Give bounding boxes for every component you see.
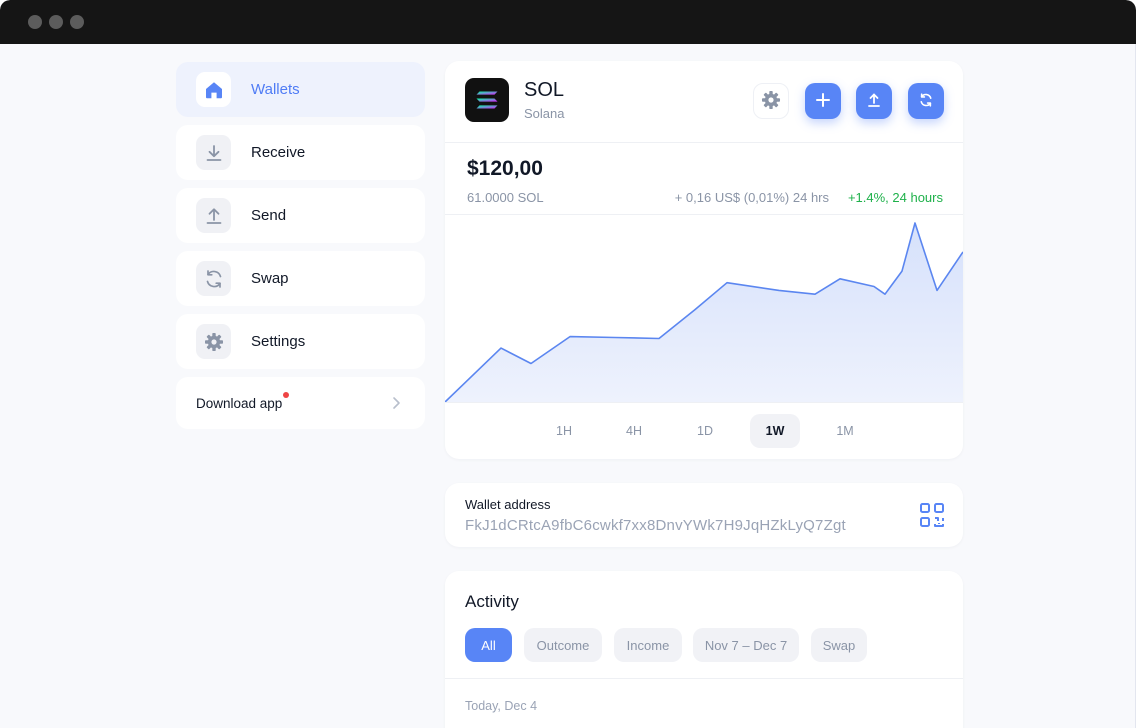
sidebar-item-label: Wallets [251, 81, 300, 98]
upload-icon [866, 92, 882, 111]
price-chart[interactable] [445, 215, 963, 403]
range-1d[interactable]: 1D [680, 414, 730, 448]
home-icon [196, 72, 231, 107]
window-control-close[interactable] [28, 15, 42, 29]
sidebar-item-label: Swap [251, 270, 289, 287]
divider [445, 678, 963, 679]
window-control-maximize[interactable] [70, 15, 84, 29]
refresh-icon [918, 92, 934, 111]
send-button[interactable] [856, 83, 892, 119]
swap-button[interactable] [908, 83, 944, 119]
app-window: Wallets Receive Send Swap Settings Downl… [0, 0, 1136, 728]
filter-income[interactable]: Income [614, 628, 682, 662]
sidebar-item-label: Settings [251, 333, 306, 350]
filter-outcome[interactable]: Outcome [524, 628, 602, 662]
filter-swap[interactable]: Swap [811, 628, 867, 662]
range-1m[interactable]: 1M [820, 414, 870, 448]
coin-name: Solana [524, 106, 565, 121]
activity-card: Activity All Outcome Income Nov 7 – Dec … [445, 571, 963, 728]
sidebar-item-swap[interactable]: Swap [176, 251, 425, 306]
gear-icon [760, 89, 782, 114]
filter-all[interactable]: All [465, 628, 512, 662]
divider [445, 142, 963, 143]
time-range-selector: 1H 4H 1D 1W 1M [445, 414, 963, 448]
qr-code-icon[interactable] [919, 502, 945, 533]
range-1w[interactable]: 1W [750, 414, 800, 448]
wallet-address-label: Wallet address [465, 497, 551, 512]
sidebar-item-wallets[interactable]: Wallets [176, 62, 425, 117]
coin-card: SOL Solana $120,00 61.0000 SOL + 0,16 US… [445, 61, 963, 459]
window-control-minimize[interactable] [49, 15, 63, 29]
activity-date-header: Today, Dec 4 [465, 699, 538, 713]
solana-logo-icon [465, 78, 509, 122]
title-bar [0, 0, 1136, 44]
range-1h[interactable]: 1H [539, 414, 589, 448]
sidebar-item-send[interactable]: Send [176, 188, 425, 243]
balance-value: $120,00 [467, 157, 543, 180]
wallet-address-value[interactable]: FkJ1dCRtcA9fbC6cwkf7xx8DnvYWk7H9JqHZkLyQ… [465, 517, 846, 534]
add-button[interactable] [805, 83, 841, 119]
upload-icon [196, 198, 231, 233]
activity-title: Activity [465, 592, 519, 611]
balance-amount: 61.0000 SOL [467, 190, 544, 205]
range-4h[interactable]: 4H [609, 414, 659, 448]
sidebar-item-settings[interactable]: Settings [176, 314, 425, 369]
coin-symbol: SOL [524, 79, 565, 101]
filter-date-range[interactable]: Nov 7 – Dec 7 [693, 628, 799, 662]
change-usd: + 0,16 US$ (0,01%) 24 hrs [674, 190, 829, 205]
change-percent: +1.4%, 24 hours [847, 190, 943, 205]
download-app-label: Download app [196, 395, 283, 411]
chart-area [445, 223, 963, 403]
plus-icon [815, 92, 831, 111]
sidebar-item-label: Send [251, 207, 287, 224]
wallet-address-card: Wallet address FkJ1dCRtcA9fbC6cwkf7xx8Dn… [445, 483, 963, 547]
download-app-button[interactable]: Download app [176, 377, 425, 429]
refresh-icon [196, 261, 231, 296]
download-icon [196, 135, 231, 170]
chevron-right-icon [391, 396, 401, 415]
sidebar: Wallets Receive Send Swap Settings Downl… [176, 62, 425, 429]
notification-dot [283, 392, 289, 398]
coin-settings-button[interactable] [753, 83, 789, 119]
gear-icon [196, 324, 231, 359]
sidebar-item-label: Receive [251, 144, 306, 161]
sidebar-item-receive[interactable]: Receive [176, 125, 425, 180]
